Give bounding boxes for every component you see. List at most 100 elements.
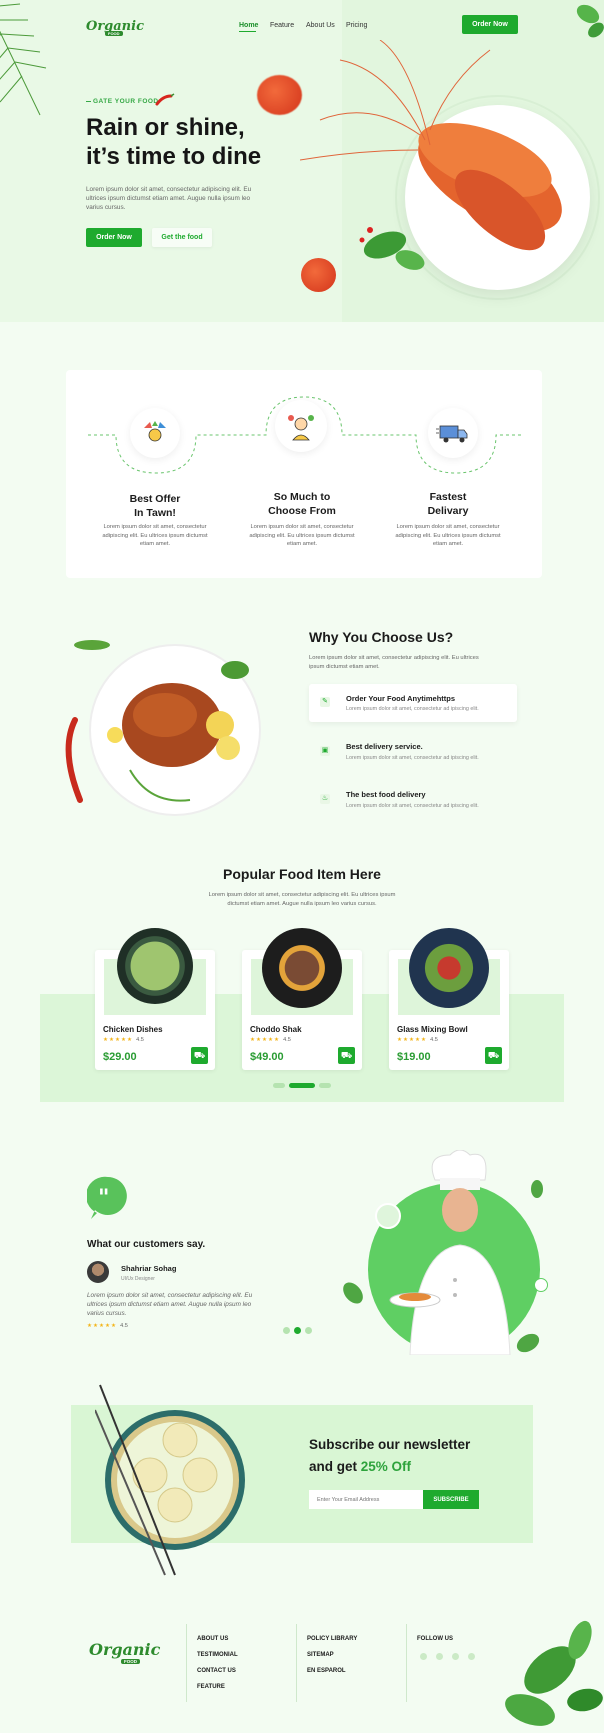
food-card[interactable]: Glass Mixing Bowl ★★★★★ 4.5 $19.00 ⛟ [389,928,509,1070]
feature-body: Lorem ipsum dolor sit amet, consectetur … [249,524,355,547]
footer-link-feature[interactable]: FEATURE [197,1684,225,1690]
nav-feature[interactable]: Feature [270,22,294,29]
delivery-truck-icon [436,425,468,443]
basil-leaves-image [505,1620,603,1726]
roast-chicken-image [65,640,261,816]
newsletter-title-2: and get 25% Off [309,1459,412,1474]
feature-title: Best Offer In Tawn! [129,493,181,519]
leaf-decoration [531,1180,543,1198]
choddo-shak-image [262,928,342,1008]
chili-icon [155,93,175,106]
carousel-dot[interactable] [283,1327,290,1334]
footer-link-sitemap[interactable]: SITEMAP [307,1652,334,1658]
avatar [87,1261,109,1283]
chef-image [389,1150,511,1355]
food-rating: ★★★★★ 4.5 [397,1037,438,1043]
twitter-icon[interactable] [436,1653,443,1660]
carousel-dot-active[interactable] [294,1327,301,1334]
food-card[interactable]: Chicken Dishes ★★★★★ 4.5 $29.00 ⛟ [95,928,215,1070]
cart-icon[interactable]: ⛟ [338,1047,355,1064]
food-card[interactable]: Choddo Shak ★★★★★ 4.5 $49.00 ⛟ [242,928,362,1070]
carousel-dot-active[interactable] [289,1083,315,1088]
feature-body: Lorem ipsum dolor sit amet, consectetur … [395,524,501,547]
hero-get-food-button[interactable]: Get the food [152,228,212,247]
testimonial-quote: Lorem ipsum dolor sit amet, consectetur … [87,1292,253,1317]
footer-divider [296,1624,297,1702]
leaf-decoration [516,1333,540,1353]
food-price: $19.00 [397,1051,431,1063]
footer-link-about[interactable]: ABOUT US [197,1636,228,1642]
instagram-icon[interactable] [452,1653,459,1660]
subscribe-button[interactable]: SUBSCRIBE [423,1490,479,1509]
carousel-dot[interactable] [273,1083,285,1088]
why-title: Why You Choose Us? [309,629,454,645]
testimonial-title: What our customers say. [87,1239,206,1250]
footer-divider [406,1624,407,1702]
tomato-image [257,75,302,115]
popular-title: Popular Food Item Here [223,866,381,882]
logo-sub: FOOD [105,31,123,36]
delivery-icon: ▣ [320,746,330,756]
quote-icon: " [87,1176,127,1219]
hero-body: Lorem ipsum dolor sit amet, consectetur … [86,186,252,211]
footer-divider [186,1624,187,1702]
follow-us-label: FOLLOW US [417,1636,453,1642]
email-input[interactable] [309,1490,423,1509]
benefit-body: Lorem ipsum dolor sit amet, consectetur … [346,803,479,809]
offer-icon [144,421,166,442]
footer-link-testimonial[interactable]: TESTIMONIAL [197,1652,238,1658]
svg-text:": " [98,1186,109,1211]
benefit-title: The best food delivery [346,790,426,799]
food-name: Glass Mixing Bowl [397,1025,468,1034]
chicken-dish-image [117,928,193,1004]
why-body: Lorem ipsum dolor sit amet, consectetur … [309,655,479,670]
footer-link-contact[interactable]: CONTACT US [197,1668,236,1674]
shrimp-image [300,40,562,270]
feature-title: Fastest Delivary [427,491,469,517]
footer-link-espanol[interactable]: EN ESPAROL [307,1668,346,1674]
popular-body: Lorem ipsum dolor sit amet, consectetur … [208,892,396,907]
food-rating: ★★★★★ 4.5 [250,1037,291,1043]
glass-bowl-image [409,928,489,1008]
hero-order-button[interactable]: Order Now [86,228,142,247]
tag-line [86,101,91,102]
benefit-body: Lorem ipsum dolor sit amet, consectetur … [346,755,479,761]
nav-pricing[interactable]: Pricing [346,22,367,29]
reviewer-role: UI/Ux Designer [121,1276,155,1282]
cart-icon[interactable]: ⛟ [485,1047,502,1064]
benefit-title: Order Your Food Anytimehttps [346,694,456,703]
choose-icon [288,415,314,441]
footer-logo[interactable]: Organic [89,1640,160,1659]
cart-icon[interactable]: ⛟ [191,1047,208,1064]
feature-title: So Much to Choose From [268,491,336,517]
hero-tag: GATE YOUR FOOD [93,98,159,105]
food-icon: ♨ [320,794,330,804]
food-name: Choddo Shak [250,1025,302,1034]
food-rating: ★★★★★ 4.5 [103,1037,144,1043]
testimonial-rating: ★★★★★ 4.5 [87,1323,128,1329]
hero-section: Organic FOOD Home Feature About Us Prici… [0,0,604,322]
carousel-dot[interactable] [319,1083,331,1088]
food-price: $49.00 [250,1051,284,1063]
benefit-title: Best delivery service. [346,742,423,751]
nav-home[interactable]: Home [239,22,258,29]
food-name: Chicken Dishes [103,1025,163,1034]
footer-link-policy[interactable]: POLICY LIBRARY [307,1636,357,1642]
facebook-icon[interactable] [420,1653,427,1660]
leaf-decoration [343,1282,363,1304]
nav-about[interactable]: About Us [306,22,335,29]
nav-active-indicator [239,31,256,32]
newsletter-title-1: Subscribe our newsletter [309,1437,471,1452]
palm-leaf-decoration [0,3,47,116]
nav-order-button[interactable]: Order Now [462,15,518,34]
footer-logo-sub: FOOD [121,1659,140,1664]
hero-title-1: Rain or shine, [86,114,245,141]
carousel-dot[interactable] [305,1327,312,1334]
dumplings-image [95,1384,245,1576]
reviewer-name: Shahriar Sohag [121,1264,177,1273]
food-price: $29.00 [103,1051,137,1063]
linkedin-icon[interactable] [468,1653,475,1660]
feature-body: Lorem ipsum dolor sit amet, consectetur … [102,524,208,547]
benefit-card[interactable] [309,684,517,722]
leaf-decoration [576,4,604,38]
